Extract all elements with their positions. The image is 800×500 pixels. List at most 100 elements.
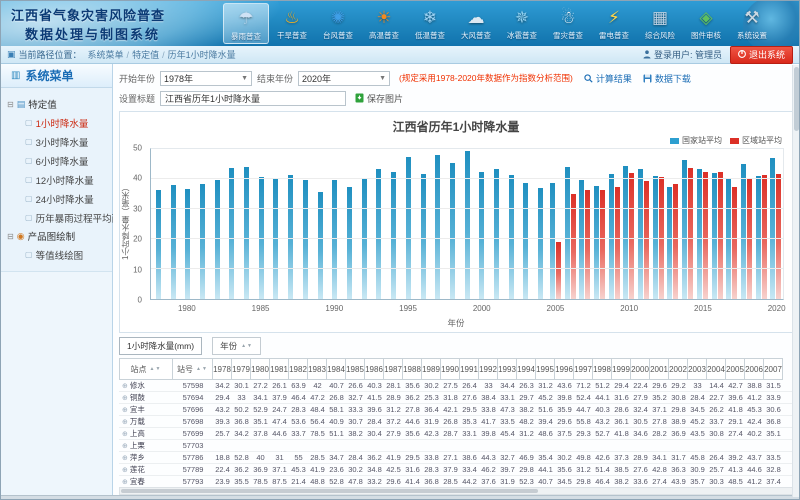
bar-区域站平均-2019[interactable] bbox=[762, 175, 767, 300]
station-column-header[interactable]: 站点▲▼ bbox=[119, 358, 173, 380]
bar-国家站平均-2010[interactable] bbox=[623, 166, 628, 299]
expand-icon[interactable]: ⊕ bbox=[122, 382, 128, 390]
sidebar-item-0-1[interactable]: ▢3小时降水量 bbox=[5, 132, 108, 151]
bar-国家站平均-1981[interactable] bbox=[200, 184, 205, 299]
bar-国家站平均-2018[interactable] bbox=[741, 164, 746, 299]
bar-国家站平均-2008[interactable] bbox=[594, 186, 599, 299]
sidebar-item-0-2[interactable]: ▢6小时降水量 bbox=[5, 151, 108, 170]
hscroll-thumb[interactable] bbox=[121, 489, 538, 493]
toolbar-item-typhoon[interactable]: ✺台风普查 bbox=[315, 3, 361, 44]
year-column-header-1982[interactable]: 1982 bbox=[289, 358, 308, 380]
expand-icon[interactable]: ⊕ bbox=[122, 418, 128, 426]
bar-国家站平均-1990[interactable] bbox=[332, 180, 337, 299]
start-year-select[interactable]: 1978年 ▼ bbox=[160, 71, 252, 86]
bar-国家站平均-1998[interactable] bbox=[450, 163, 455, 300]
bar-国家站平均-2005[interactable] bbox=[550, 183, 555, 299]
toolbar-item-rainstorm[interactable]: ☂暴雨普查 bbox=[223, 3, 269, 44]
bar-国家站平均-1984[interactable] bbox=[244, 167, 249, 299]
expand-icon[interactable]: ⊕ bbox=[122, 454, 128, 462]
breadcrumb-item[interactable]: 系统菜单 bbox=[88, 50, 124, 60]
toolbar-item-snow[interactable]: ☃雪灾普查 bbox=[545, 3, 591, 44]
bar-国家站平均-2017[interactable] bbox=[726, 179, 731, 299]
year-column-header-1990[interactable]: 1990 bbox=[441, 358, 460, 380]
bar-国家站平均-1991[interactable] bbox=[347, 187, 352, 300]
bar-国家站平均-2000[interactable] bbox=[479, 172, 484, 299]
horizontal-scrollbar[interactable] bbox=[119, 487, 793, 495]
station-name-cell[interactable]: ⊕上高 bbox=[119, 428, 173, 439]
tree-group-1[interactable]: ⊟◉产品图绘制 bbox=[5, 227, 108, 245]
year-column-header-1996[interactable]: 1996 bbox=[555, 358, 574, 380]
bar-区域站平均-2009[interactable] bbox=[615, 187, 620, 300]
bar-国家站平均-2020[interactable] bbox=[770, 158, 775, 299]
bar-国家站平均-1997[interactable] bbox=[435, 155, 440, 299]
toolbar-item-hail[interactable]: ✵冰雹普查 bbox=[499, 3, 545, 44]
vscroll-thumb[interactable] bbox=[794, 67, 799, 131]
year-column-header-2002[interactable]: 2002 bbox=[669, 358, 688, 380]
bar-国家站平均-2015[interactable] bbox=[697, 169, 702, 299]
tree-group-0[interactable]: ⊟▤特定值 bbox=[5, 95, 108, 113]
breadcrumb-item[interactable]: 特定值 bbox=[132, 50, 159, 60]
expand-icon[interactable]: ⊕ bbox=[122, 442, 128, 450]
bar-国家站平均-1979[interactable] bbox=[171, 185, 176, 299]
bar-国家站平均-1982[interactable] bbox=[215, 180, 220, 299]
year-column-header-1998[interactable]: 1998 bbox=[593, 358, 612, 380]
bar-区域站平均-2005[interactable] bbox=[556, 242, 561, 299]
station-name-cell[interactable]: ⊕萍乡 bbox=[119, 452, 173, 463]
bar-国家站平均-2001[interactable] bbox=[494, 169, 499, 299]
bar-国家站平均-2014[interactable] bbox=[682, 160, 687, 299]
year-column-header-2007[interactable]: 2007 bbox=[764, 358, 783, 380]
toolbar-item-wind[interactable]: ☁大风普查 bbox=[453, 3, 499, 44]
bar-国家站平均-2006[interactable] bbox=[565, 167, 570, 299]
year-column-header-1985[interactable]: 1985 bbox=[346, 358, 365, 380]
bar-区域站平均-2016[interactable] bbox=[718, 172, 723, 299]
year-column-header-1989[interactable]: 1989 bbox=[422, 358, 441, 380]
expand-icon[interactable]: ⊕ bbox=[122, 466, 128, 474]
measure-select[interactable]: 1小时降水量(mm) bbox=[119, 337, 202, 355]
year-column-header-2003[interactable]: 2003 bbox=[688, 358, 707, 380]
year-column-header-1997[interactable]: 1997 bbox=[574, 358, 593, 380]
bar-区域站平均-2008[interactable] bbox=[600, 190, 605, 299]
station-name-cell[interactable]: ⊕宜丰 bbox=[119, 404, 173, 415]
bar-国家站平均-1994[interactable] bbox=[391, 172, 396, 300]
bar-国家站平均-2007[interactable] bbox=[579, 180, 584, 299]
year-column-header-2000[interactable]: 2000 bbox=[631, 358, 650, 380]
year-column-header-1981[interactable]: 1981 bbox=[270, 358, 289, 380]
year-column-header-2004[interactable]: 2004 bbox=[707, 358, 726, 380]
year-column-header-1995[interactable]: 1995 bbox=[536, 358, 555, 380]
sidebar-item-1-0[interactable]: ▢等值线绘图 bbox=[5, 245, 108, 264]
bar-区域站平均-2017[interactable] bbox=[732, 187, 737, 300]
sidebar-item-0-0[interactable]: ▢1小时降水量 bbox=[5, 113, 108, 132]
bar-区域站平均-2015[interactable] bbox=[703, 172, 708, 300]
vertical-scrollbar[interactable] bbox=[792, 65, 799, 497]
bar-国家站平均-2009[interactable] bbox=[609, 174, 614, 299]
bar-区域站平均-2011[interactable] bbox=[644, 181, 649, 300]
expand-icon[interactable]: ⊕ bbox=[122, 478, 128, 486]
calculate-button[interactable]: 计算结果 bbox=[584, 72, 632, 85]
chart-title-input[interactable] bbox=[160, 91, 346, 106]
expand-icon[interactable]: ⊕ bbox=[122, 406, 128, 414]
year-column-header-1992[interactable]: 1992 bbox=[479, 358, 498, 380]
sidebar-item-0-3[interactable]: ▢12小时降水量 bbox=[5, 170, 108, 189]
year-column-header-1980[interactable]: 1980 bbox=[251, 358, 270, 380]
end-year-select[interactable]: 2020年 ▼ bbox=[298, 71, 390, 86]
station-name-cell[interactable]: ⊕万载 bbox=[119, 416, 173, 427]
toolbar-item-map-review[interactable]: ◈图件审核 bbox=[683, 3, 729, 44]
toolbar-item-settings[interactable]: ⚒系统设置 bbox=[729, 3, 775, 44]
bar-国家站平均-2013[interactable] bbox=[667, 187, 672, 299]
year-column-header-1984[interactable]: 1984 bbox=[327, 358, 346, 380]
station-name-cell[interactable]: ⊕上栗 bbox=[119, 440, 173, 451]
year-column-header-1978[interactable]: 1978 bbox=[213, 358, 232, 380]
station-name-cell[interactable]: ⊕宜春 bbox=[119, 476, 173, 487]
sidebar-item-0-4[interactable]: ▢24小时降水量 bbox=[5, 189, 108, 208]
year-column-header-1988[interactable]: 1988 bbox=[403, 358, 422, 380]
year-column-header-1983[interactable]: 1983 bbox=[308, 358, 327, 380]
year-column-header-1986[interactable]: 1986 bbox=[365, 358, 384, 380]
expand-icon[interactable]: ⊕ bbox=[122, 394, 128, 402]
year-column-header-1979[interactable]: 1979 bbox=[232, 358, 251, 380]
bar-区域站平均-2010[interactable] bbox=[629, 173, 634, 299]
station-id-column-header[interactable]: 站号▲▼ bbox=[173, 358, 213, 380]
expander-icon[interactable]: ⊟ bbox=[7, 100, 14, 109]
toolbar-item-calculator[interactable]: ▦综合风险 bbox=[637, 3, 683, 44]
toolbar-item-lightning[interactable]: ⚡雷电普查 bbox=[591, 3, 637, 44]
bar-国家站平均-2004[interactable] bbox=[538, 188, 543, 299]
